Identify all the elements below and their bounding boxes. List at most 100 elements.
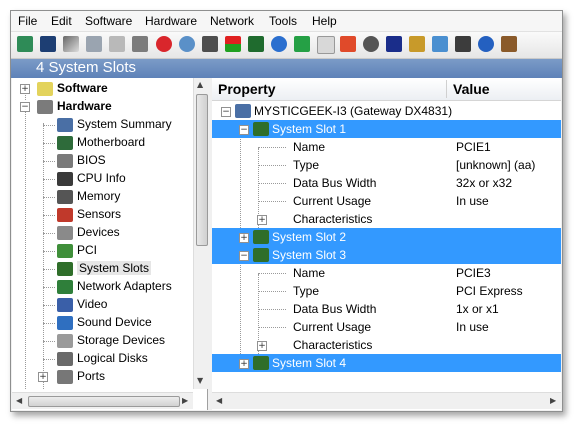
- collapse-icon[interactable]: −: [221, 107, 231, 117]
- pdf-icon[interactable]: [340, 36, 356, 52]
- tree-item-ports[interactable]: + Ports: [12, 368, 192, 386]
- help-icon[interactable]: [478, 36, 494, 52]
- tree-item-storage-devices[interactable]: Storage Devices: [12, 332, 192, 350]
- collapse-icon[interactable]: −: [239, 251, 249, 261]
- tree-item-pci[interactable]: PCI: [12, 242, 192, 260]
- tree-item-bios[interactable]: BIOS: [12, 152, 192, 170]
- menu-tools[interactable]: Tools: [269, 14, 297, 28]
- scroll-down-icon[interactable]: ▼: [197, 376, 203, 385]
- section-title-bar: 4 System Slots: [11, 59, 562, 78]
- tree-label: Software: [57, 81, 108, 95]
- tree-item-network-adapters[interactable]: Network Adapters: [12, 278, 192, 296]
- slot-row-4[interactable]: + System Slot 4: [212, 354, 561, 372]
- characteristics-row[interactable]: + Characteristics: [212, 210, 561, 228]
- expand-icon[interactable]: +: [257, 341, 267, 351]
- chart2-icon[interactable]: [409, 36, 425, 52]
- tree-label: Network Adapters: [77, 279, 172, 293]
- paste-icon[interactable]: [109, 36, 125, 52]
- collapse-icon[interactable]: −: [20, 102, 30, 112]
- expand-icon[interactable]: +: [20, 84, 30, 94]
- property-name: Data Bus Width: [293, 302, 377, 316]
- property-row[interactable]: Data Bus Width 32x or x32: [212, 174, 561, 192]
- property-name: Type: [293, 284, 320, 298]
- computer-icon: [235, 104, 251, 118]
- slot-row-1[interactable]: − System Slot 1: [212, 120, 561, 138]
- section-title: 4 System Slots: [36, 59, 137, 76]
- column-property[interactable]: Property: [218, 81, 276, 97]
- slot-row-2[interactable]: + System Slot 2: [212, 228, 561, 246]
- color-icon[interactable]: [225, 36, 241, 52]
- coffee-icon[interactable]: [501, 36, 517, 52]
- expand-icon[interactable]: +: [257, 215, 267, 225]
- property-row[interactable]: Type PCI Express: [212, 282, 561, 300]
- save-icon[interactable]: [40, 36, 56, 52]
- scroll-right-icon[interactable]: ▶: [550, 396, 556, 405]
- scroll-thumb[interactable]: [28, 396, 180, 407]
- find-icon[interactable]: [179, 36, 195, 52]
- collapse-icon[interactable]: −: [239, 125, 249, 135]
- network-icon[interactable]: [432, 36, 448, 52]
- tree-item-logical-disks[interactable]: Logical Disks: [12, 350, 192, 368]
- tree-item-video[interactable]: Video: [12, 296, 192, 314]
- expand-icon[interactable]: +: [239, 359, 249, 369]
- devices-icon: [57, 226, 73, 240]
- cut-icon[interactable]: [63, 36, 79, 52]
- stop-icon[interactable]: [156, 36, 172, 52]
- characteristics-row[interactable]: + Characteristics: [212, 336, 561, 354]
- copy-icon[interactable]: [86, 36, 102, 52]
- tree-item-software[interactable]: + Software: [12, 80, 192, 98]
- menu-help[interactable]: Help: [312, 14, 337, 28]
- expand-icon[interactable]: +: [38, 372, 48, 382]
- expand-icon[interactable]: +: [239, 233, 249, 243]
- property-row[interactable]: Name PCIE1: [212, 138, 561, 156]
- report-icon[interactable]: [317, 36, 335, 54]
- tree-item-sound-device[interactable]: Sound Device: [12, 314, 192, 332]
- tree-item-memory[interactable]: Memory: [12, 188, 192, 206]
- property-name: Data Bus Width: [293, 176, 377, 190]
- scroll-left-icon[interactable]: ◀: [216, 396, 222, 405]
- globe-icon[interactable]: [271, 36, 287, 52]
- slot-row-3[interactable]: − System Slot 3: [212, 246, 561, 264]
- slot-label: System Slot 2: [272, 230, 347, 244]
- tasks-icon[interactable]: [455, 36, 471, 52]
- property-row[interactable]: Current Usage In use: [212, 318, 561, 336]
- scroll-left-icon[interactable]: ◀: [16, 396, 22, 405]
- exit-icon[interactable]: [17, 36, 33, 52]
- scroll-thumb[interactable]: [196, 94, 208, 246]
- property-row[interactable]: Data Bus Width 1x or x1: [212, 300, 561, 318]
- device-root-row[interactable]: − MYSTICGEEK-I3 (Gateway DX4831): [212, 102, 561, 120]
- tree-item-sensors[interactable]: Sensors: [12, 206, 192, 224]
- menu-edit[interactable]: Edit: [51, 14, 72, 28]
- tree-label: CPU Info: [77, 171, 126, 185]
- tree-item-system-summary[interactable]: System Summary: [12, 116, 192, 134]
- motherboard-icon: [57, 136, 73, 150]
- tree-horizontal-scrollbar[interactable]: ◀ ▶: [12, 392, 193, 409]
- column-value[interactable]: Value: [453, 81, 490, 97]
- tree-item-devices[interactable]: Devices: [12, 224, 192, 242]
- tree-item-hardware[interactable]: − Hardware: [12, 98, 192, 116]
- print-icon[interactable]: [132, 36, 148, 52]
- scroll-right-icon[interactable]: ▶: [182, 396, 188, 405]
- tree-vertical-scrollbar[interactable]: ▲ ▼: [193, 78, 208, 389]
- hardware-icon: [37, 100, 53, 114]
- menu-file[interactable]: File: [18, 14, 37, 28]
- property-row[interactable]: Name PCIE3: [212, 264, 561, 282]
- scroll-up-icon[interactable]: ▲: [197, 80, 203, 89]
- menu-software[interactable]: Software: [85, 14, 132, 28]
- property-horizontal-scrollbar[interactable]: ◀ ▶: [212, 392, 561, 409]
- property-row[interactable]: Type [unknown] (aa): [212, 156, 561, 174]
- chart-icon[interactable]: [248, 36, 264, 52]
- menu-network[interactable]: Network: [210, 14, 254, 28]
- column-header: Property Value: [212, 78, 561, 101]
- property-row[interactable]: Current Usage In use: [212, 192, 561, 210]
- clock-icon[interactable]: [363, 36, 379, 52]
- menu-hardware[interactable]: Hardware: [145, 14, 197, 28]
- slot-icon: [253, 122, 269, 136]
- sync-icon[interactable]: [294, 36, 310, 52]
- shield-icon[interactable]: [386, 36, 402, 52]
- tree-item-cpu-info[interactable]: CPU Info: [12, 170, 192, 188]
- tree-item-motherboard[interactable]: Motherboard: [12, 134, 192, 152]
- refresh-icon[interactable]: [202, 36, 218, 52]
- tree-item-system-slots[interactable]: System Slots: [12, 260, 192, 278]
- slot-icon: [253, 356, 269, 370]
